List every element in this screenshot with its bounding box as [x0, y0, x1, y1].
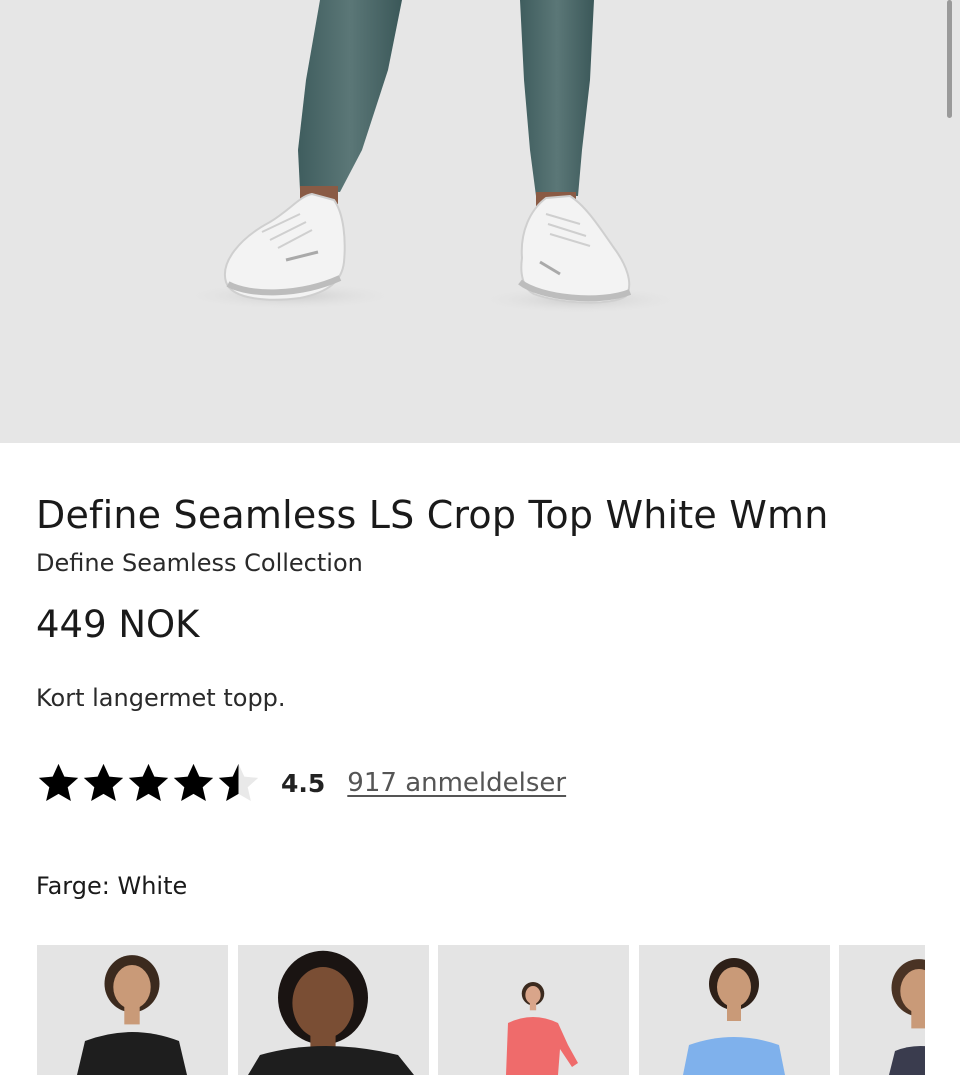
color-label: Farge: White [36, 872, 188, 900]
product-title: Define Seamless LS Crop Top White Wmn [36, 493, 829, 537]
rating-row: 4.5 917 anmeldelser [36, 758, 566, 808]
scrollbar[interactable] [947, 0, 952, 118]
color-swatch-dark-navy[interactable] [839, 945, 925, 1075]
star-full-icon [38, 763, 79, 801]
swatch-model-image [506, 981, 578, 1075]
color-swatch-black-model-1[interactable] [37, 945, 228, 1075]
swatch-model-image [247, 950, 414, 1075]
product-collection: Define Seamless Collection [36, 549, 363, 577]
color-swatch-light-blue[interactable] [638, 945, 830, 1075]
product-hero-image[interactable] [0, 0, 960, 443]
swatch-model-image [77, 955, 187, 1075]
star-full-icon [83, 763, 124, 801]
swatch-model-image [682, 958, 785, 1075]
product-short-description: Kort langermet topp. [36, 684, 286, 712]
color-swatch-coral[interactable] [438, 945, 629, 1075]
star-half-icon [218, 763, 259, 801]
hero-illustration [180, 0, 685, 314]
swatch-model-image [889, 959, 925, 1075]
star-full-icon [173, 763, 214, 801]
rating-value: 4.5 [281, 768, 326, 798]
star-full-icon [128, 763, 169, 801]
reviews-link[interactable]: 917 anmeldelser [347, 768, 566, 798]
rating-stars [36, 761, 261, 806]
product-price: 449 NOK [36, 603, 200, 646]
color-swatch-black-model-2[interactable] [237, 945, 429, 1075]
color-swatches [37, 945, 925, 1075]
